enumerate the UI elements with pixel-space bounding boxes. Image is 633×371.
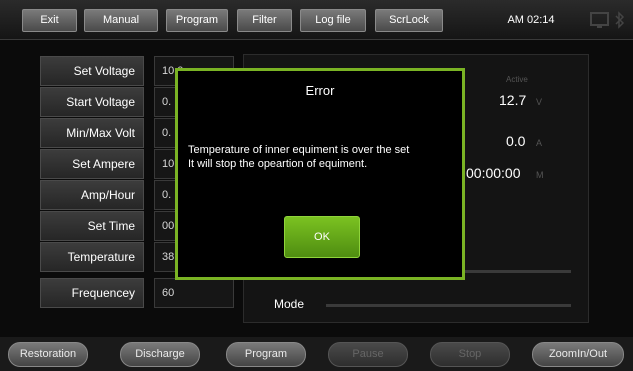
voltage-readout: 12.7	[499, 92, 527, 108]
program-run-button[interactable]: Program	[226, 342, 306, 367]
set-ampere-label: Set Ampere	[40, 149, 144, 179]
dialog-message-line2: It will stop the opeartion of equiment.	[188, 158, 368, 170]
error-dialog: Error Temperature of inner equiment is o…	[175, 68, 465, 280]
mode-label: Mode	[274, 297, 305, 311]
set-voltage-label: Set Voltage	[40, 56, 144, 86]
min-max-volt-label: Min/Max Volt	[40, 118, 144, 148]
bluetooth-icon[interactable]	[608, 10, 632, 31]
mode-track	[326, 304, 571, 307]
start-voltage-label: Start Voltage	[40, 87, 144, 117]
top-toolbar: Exit Manual Program Filter Log file ScrL…	[0, 0, 633, 40]
frequency-field[interactable]: 60	[154, 278, 234, 308]
main-screen: Exit Manual Program Filter Log file ScrL…	[0, 0, 633, 371]
active-label: Active	[506, 75, 528, 84]
amp-hour-label: Amp/Hour	[40, 180, 144, 210]
voltage-unit: V	[536, 97, 543, 107]
set-time-label: Set Time	[40, 211, 144, 241]
progress-track	[459, 270, 571, 273]
current-readout: 0.0	[506, 133, 526, 149]
frequency-label: Frequencey	[40, 278, 144, 308]
manual-button[interactable]: Manual	[84, 9, 158, 32]
restoration-button[interactable]: Restoration	[8, 342, 88, 367]
stop-button[interactable]: Stop	[430, 342, 510, 367]
scrlock-button[interactable]: ScrLock	[375, 9, 443, 32]
dialog-message: Temperature of inner equiment is over th…	[188, 143, 460, 171]
dialog-message-line1: Temperature of inner equiment is over th…	[188, 144, 410, 156]
temperature-label: Temperature	[40, 242, 144, 272]
discharge-button[interactable]: Discharge	[120, 342, 200, 367]
dialog-title: Error	[305, 83, 335, 98]
exit-button[interactable]: Exit	[22, 9, 77, 32]
ok-button[interactable]: OK	[284, 216, 360, 258]
current-unit: A	[536, 138, 543, 148]
zoom-in-out-button[interactable]: ZoomIn/Out	[532, 342, 624, 367]
bottom-toolbar: Restoration Discharge Program Pause Stop…	[0, 337, 633, 371]
filter-button[interactable]: Filter	[237, 9, 292, 32]
time-unit: M	[536, 170, 544, 180]
log-file-button[interactable]: Log file	[300, 9, 366, 32]
pause-button[interactable]: Pause	[328, 342, 408, 367]
program-button[interactable]: Program	[166, 9, 228, 32]
clock: AM 02:14	[507, 14, 555, 26]
time-readout: 00:00:00	[466, 165, 521, 181]
